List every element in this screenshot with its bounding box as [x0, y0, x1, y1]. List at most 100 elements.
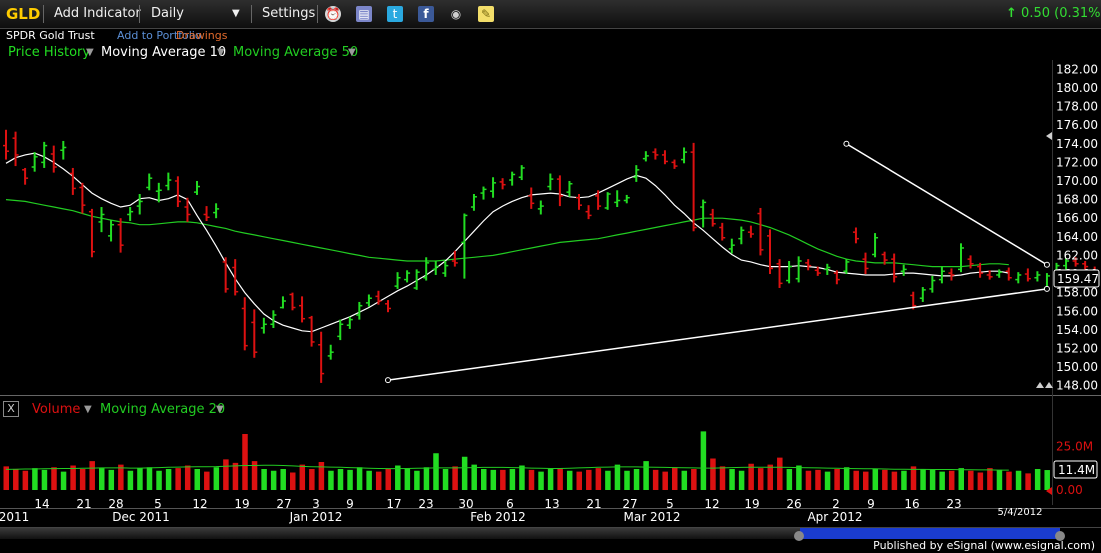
volume-bar [767, 464, 773, 490]
ohlc-bar [289, 292, 296, 311]
ohlc-bar [604, 192, 611, 210]
ohlc-bar [480, 186, 487, 200]
volume-bar [777, 457, 783, 490]
date-tick-label: Dec 2011 [112, 510, 170, 524]
ohlc-bar [194, 180, 200, 195]
navigator-selection[interactable] [800, 528, 1060, 539]
volume-bar [547, 469, 554, 490]
volume-bar [815, 469, 821, 490]
trendline-anchor [843, 140, 850, 147]
volume-bar [500, 469, 506, 490]
zoom-icon [1036, 382, 1044, 388]
scroll-up-icon [1046, 132, 1052, 140]
ohlc-bar [365, 294, 372, 307]
ohlc-bar [891, 253, 898, 283]
volume-bar [375, 471, 382, 490]
navigator-track[interactable] [0, 528, 800, 539]
ohlc-bar [260, 317, 267, 334]
volume-bar [232, 462, 239, 490]
volume-bar [280, 469, 286, 490]
volume-bar [99, 468, 105, 490]
volume-bar [337, 469, 344, 490]
ohlc-bar [681, 147, 688, 164]
volume-bar [1034, 469, 1041, 490]
navigator-handle-left[interactable] [794, 531, 804, 541]
volume-bar [566, 470, 573, 490]
volume-bar [853, 470, 859, 490]
volume-bar [509, 469, 516, 490]
volume-bar [920, 469, 926, 490]
volume-bar [461, 456, 468, 490]
axes: 148.00 150.00 152.00 154.00 156.00 158.00 16 0.… [0, 60, 1101, 528]
date-tick-label: 19 [234, 497, 249, 511]
volume-bar [891, 471, 898, 490]
volume-bar [796, 465, 802, 490]
volume-bar [863, 471, 869, 490]
ohlc-bar [22, 167, 29, 185]
price-tick-label: 176.00 [1056, 118, 1098, 132]
ohlc-bar [843, 259, 850, 275]
ohlc-bar [690, 142, 697, 232]
ohlc-bar [919, 287, 926, 302]
date-tick-label: 5 [154, 497, 162, 511]
chart-area[interactable]: 148.00 150.00 152.00 154.00 156.00 158.00 16 0.… [0, 0, 1101, 528]
volume-bar [738, 470, 745, 490]
volume-bar [366, 470, 372, 490]
footer-credit: Published by eSignal (www.esignal.com) [873, 539, 1095, 552]
price-tick-label: 170.00 [1056, 174, 1098, 188]
date-tick-label: 26 [786, 497, 801, 511]
ohlc-bar [222, 257, 229, 293]
ohlc-bar [213, 203, 220, 219]
date-tick-label: 23 [418, 497, 433, 511]
volume-bar [108, 469, 115, 490]
ohlc-bar [232, 259, 239, 296]
volume-bar [624, 470, 630, 490]
volume-bar [3, 466, 9, 490]
volume-bar [538, 471, 544, 490]
ohlc-bar [652, 148, 659, 160]
ohlc-bar [127, 207, 134, 221]
volume-bar [442, 469, 449, 490]
ohlc-bar [12, 131, 19, 167]
ohlc-bar [1024, 268, 1031, 282]
trendline-anchor [1043, 285, 1050, 292]
ohlc-bar [318, 331, 325, 383]
ohlc-bar [805, 259, 812, 271]
ohlc-bar [556, 175, 563, 207]
date-tick-label: 19 [744, 497, 759, 511]
date-tick-label: Mar 2012 [624, 510, 681, 524]
ohlc-bar [938, 266, 945, 284]
ohlc-bar [776, 259, 783, 288]
date-tick-label: Apr 2012 [807, 510, 862, 524]
trendline-anchor [385, 377, 391, 384]
date-tick-label: 9 [346, 497, 354, 511]
volume-bar [519, 465, 525, 490]
ohlc-bar [1034, 271, 1041, 282]
ohlc-bar [251, 309, 258, 358]
volume-bar [843, 467, 850, 490]
ohlc-bar [69, 167, 76, 195]
price-tick-label: 178.00 [1056, 100, 1098, 114]
volume-bar [433, 453, 439, 490]
price-tick-label: 148.00 [1056, 379, 1098, 393]
volume-bar [576, 471, 582, 490]
volume-bar [223, 459, 229, 490]
ohlc-bar [79, 182, 86, 214]
volume-bar [968, 470, 974, 490]
volume-bar [213, 467, 220, 490]
ma50-line [5, 199, 1009, 268]
ohlc-bar [146, 173, 153, 191]
volume-bar [528, 469, 535, 490]
ohlc-bar [719, 222, 726, 241]
volume-bar [32, 468, 38, 490]
ohlc-bar [203, 206, 210, 221]
ohlc-bar [98, 207, 105, 233]
date-tick-label: 2011 [0, 510, 29, 524]
volume-bar [786, 469, 793, 490]
volume-bar [710, 458, 716, 490]
volume-bar [977, 472, 984, 490]
ohlc-bar [346, 316, 353, 329]
ohlc-bar [852, 227, 859, 244]
ohlc-bar [136, 194, 143, 215]
volume-bar [586, 469, 592, 490]
